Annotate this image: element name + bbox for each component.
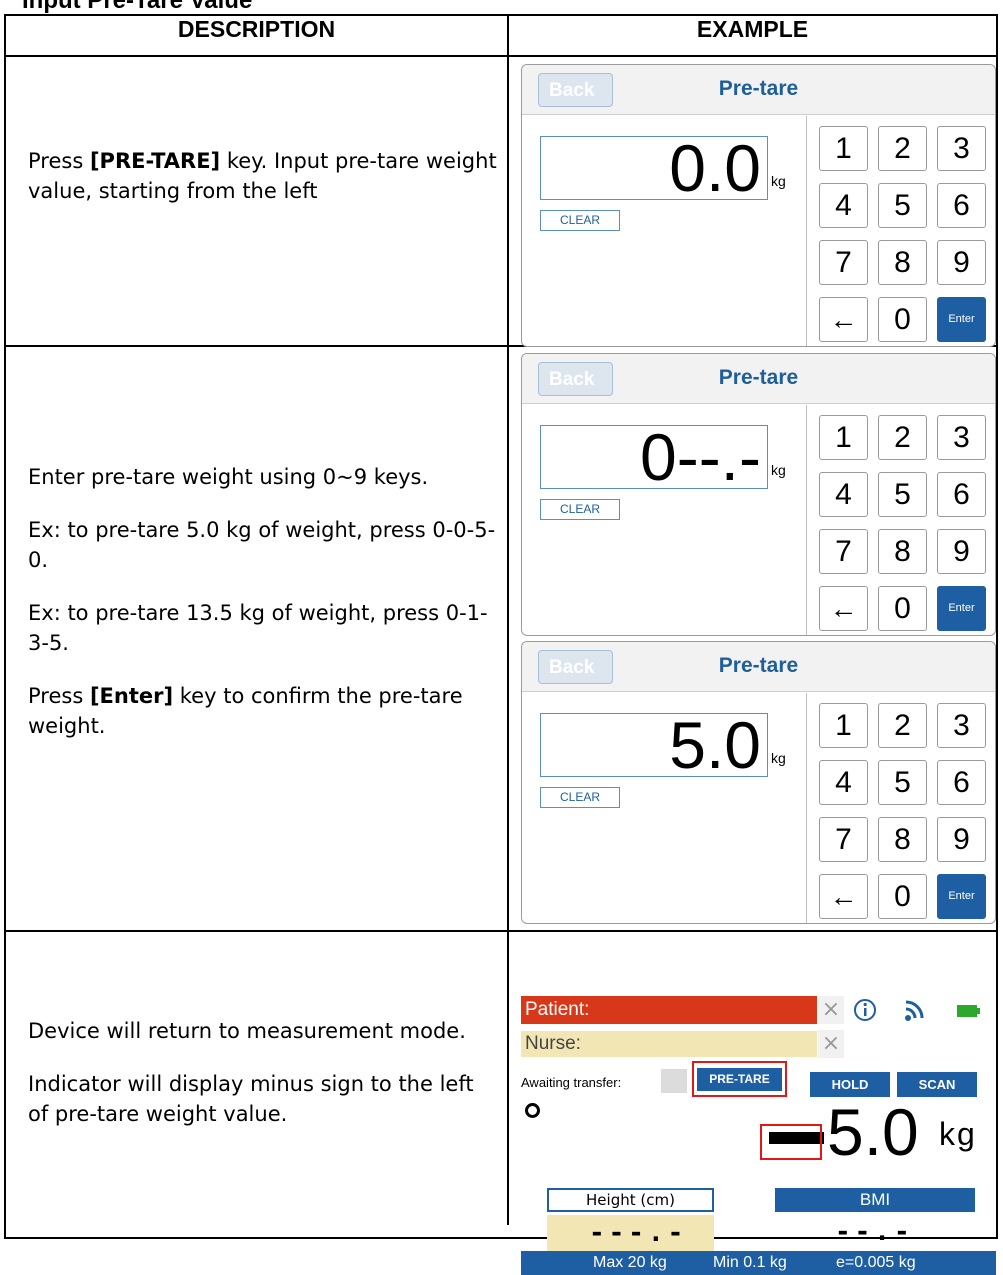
key-4[interactable]: 4: [819, 183, 868, 228]
key-2[interactable]: 2: [878, 703, 927, 748]
display-unit: kg: [771, 173, 786, 189]
key-2[interactable]: 2: [878, 126, 927, 171]
key-4[interactable]: 4: [819, 472, 868, 517]
row-divider-header: [4, 55, 998, 57]
height-value: ---.-: [589, 1218, 688, 1248]
enter-key[interactable]: Enter: [937, 586, 986, 631]
enter-key[interactable]: Enter: [937, 874, 986, 919]
clear-button[interactable]: CLEAR: [540, 787, 620, 808]
key-8[interactable]: 8: [878, 529, 927, 574]
key-5[interactable]: 5: [878, 472, 927, 517]
bmi-label: BMI: [775, 1188, 975, 1212]
display-unit: kg: [771, 750, 786, 766]
backspace-key[interactable]: ←: [819, 874, 868, 919]
display-unit: kg: [771, 462, 786, 478]
bmi-value: --.-: [835, 1217, 914, 1247]
pre-tare-panel: Back Pre-tare 0--.- kg CLEAR 1 2 3 4 5 6 7 8 9 ← 0 Enter: [521, 353, 996, 636]
key-1[interactable]: 1: [819, 703, 868, 748]
key-3[interactable]: 3: [937, 415, 986, 460]
panel-title: Pre-tare: [718, 77, 799, 100]
pre-tare-highlight-frame: [692, 1061, 787, 1097]
capacity-footer: Max 20 kg Min 0.1 kg e=0.005 kg: [521, 1251, 996, 1275]
height-label: Height (cm): [547, 1188, 714, 1212]
column-header-description: DESCRIPTION: [177, 16, 336, 42]
height-value-box: ---.-: [547, 1215, 714, 1255]
footer-max: Max 20 kg: [593, 1254, 667, 1271]
row-2-paragraph-3: Ex: to pre-tare 13.5 kg of weight, press…: [28, 601, 488, 655]
pre-tare-display: 5.0: [540, 712, 768, 778]
panel-title: Pre-tare: [718, 654, 799, 677]
wifi-signal-icon: [905, 1000, 924, 1021]
row-divider-2: [4, 930, 998, 932]
row-2-paragraph-4: Press [Enter] key to confirm the pre-tar…: [28, 684, 463, 738]
nurse-field[interactable]: Nurse:: [521, 1031, 817, 1057]
awaiting-transfer-label: Awaiting transfer:: [521, 1075, 622, 1090]
enter-key[interactable]: Enter: [937, 297, 986, 342]
nurse-clear-icon[interactable]: ×: [818, 1030, 844, 1058]
row-1-paragraph-1: Press [PRE-TARE] key. Input pre-tare wei…: [28, 149, 497, 203]
row-3-paragraph-2: Indicator will display minus sign to the…: [28, 1072, 474, 1126]
footer-min: Min 0.1 kg: [713, 1254, 787, 1271]
hold-button[interactable]: HOLD: [810, 1072, 890, 1097]
awaiting-transfer-indicator: [661, 1069, 687, 1093]
keypad: 1 2 3 4 5 6 7 8 9 ← 0 Enter: [806, 116, 995, 346]
key-6[interactable]: 6: [937, 760, 986, 805]
key-1[interactable]: 1: [819, 415, 868, 460]
column-divider: [507, 14, 509, 1225]
key-8[interactable]: 8: [878, 817, 927, 862]
keypad: 1 2 3 4 5 6 7 8 9 ← 0 Enter: [806, 693, 995, 923]
row-3-paragraph-1: Device will return to measurement mode.: [28, 1019, 466, 1043]
key-5[interactable]: 5: [878, 760, 927, 805]
key-7[interactable]: 7: [819, 529, 868, 574]
backspace-key[interactable]: ←: [819, 297, 868, 342]
key-3[interactable]: 3: [937, 703, 986, 748]
key-0[interactable]: 0: [878, 297, 927, 342]
key-4[interactable]: 4: [819, 760, 868, 805]
key-5[interactable]: 5: [878, 183, 927, 228]
info-icon[interactable]: [853, 998, 877, 1022]
weight-value: 5.0: [827, 1095, 919, 1169]
key-6[interactable]: 6: [937, 183, 986, 228]
row-2-paragraph-1: Enter pre-tare weight using 0~9 keys.: [28, 465, 429, 489]
patient-clear-icon[interactable]: ×: [818, 996, 844, 1024]
key-0[interactable]: 0: [878, 874, 927, 919]
key-9[interactable]: 9: [937, 240, 986, 285]
key-9[interactable]: 9: [937, 529, 986, 574]
key-2[interactable]: 2: [878, 415, 927, 460]
pre-tare-panel: Back Pre-tare 0.0 kg CLEAR 1 2 3 4 5 6 7 8 9 ← 0 Enter: [521, 64, 996, 347]
stable-indicator-icon: [525, 1103, 540, 1118]
scan-button[interactable]: SCAN: [897, 1072, 977, 1097]
patient-field[interactable]: Patient:: [521, 996, 817, 1024]
measurement-screen: Patient: × Nurse: × Awaiting transfer: P…: [521, 985, 996, 1275]
row-3-description: Device will return to measurement mode. …: [28, 1016, 498, 1152]
row-1-description: Press [PRE-TARE] key. Input pre-tare wei…: [28, 146, 498, 229]
panel-title: Pre-tare: [718, 366, 799, 389]
key-6[interactable]: 6: [937, 472, 986, 517]
pre-tare-display: 0--.-: [540, 424, 768, 490]
key-7[interactable]: 7: [819, 240, 868, 285]
keypad: 1 2 3 4 5 6 7 8 9 ← 0 Enter: [806, 405, 995, 635]
section-heading: Input Pre-Tare Value: [22, 0, 253, 14]
footer-division: e=0.005 kg: [836, 1254, 916, 1271]
row-2-description: Enter pre-tare weight using 0~9 keys. Ex…: [28, 462, 498, 764]
battery-icon: [957, 1005, 980, 1017]
clear-button[interactable]: CLEAR: [540, 210, 620, 231]
row-2-paragraph-2: Ex: to pre-tare 5.0 kg of weight, press …: [28, 518, 496, 572]
weight-unit: kg: [939, 1116, 977, 1152]
key-7[interactable]: 7: [819, 817, 868, 862]
key-1[interactable]: 1: [819, 126, 868, 171]
column-header-example: EXAMPLE: [696, 16, 809, 42]
clear-button[interactable]: CLEAR: [540, 499, 620, 520]
key-3[interactable]: 3: [937, 126, 986, 171]
key-9[interactable]: 9: [937, 817, 986, 862]
key-8[interactable]: 8: [878, 240, 927, 285]
pre-tare-display: 0.0: [540, 135, 768, 201]
backspace-key[interactable]: ←: [819, 586, 868, 631]
minus-highlight-frame: [760, 1124, 822, 1160]
key-0[interactable]: 0: [878, 586, 927, 631]
pre-tare-panel: Back Pre-tare 5.0 kg CLEAR 1 2 3 4 5 6 7 8 9 ← 0 Enter: [521, 641, 996, 924]
